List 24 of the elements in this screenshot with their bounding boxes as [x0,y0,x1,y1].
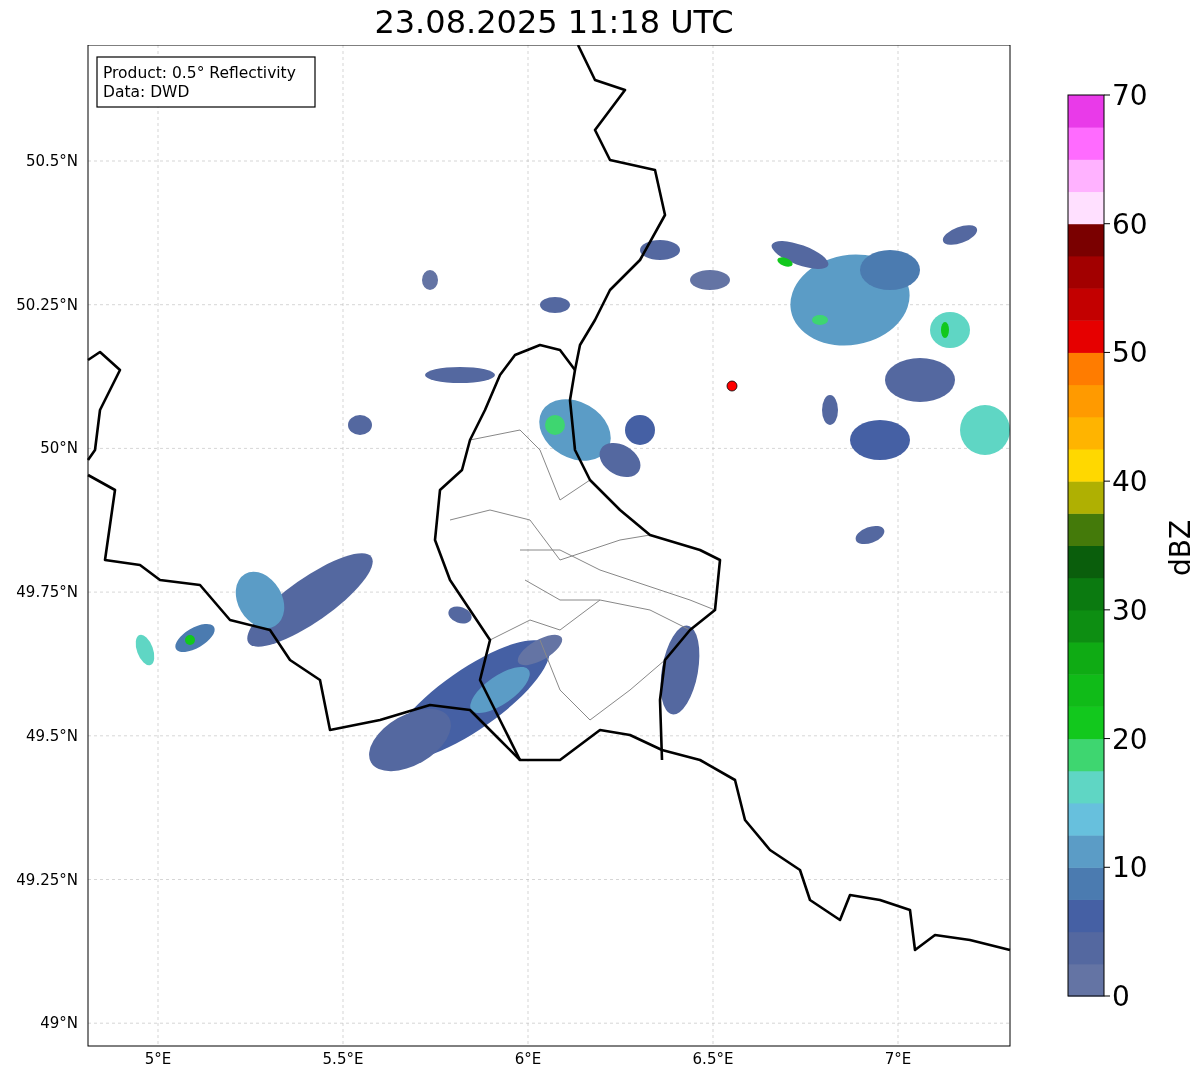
colorbar-tick-label: 20 [1112,722,1148,756]
axis-tick-label: 50°N [40,439,78,458]
chart-title: 23.08.2025 11:18 UTC [374,4,734,41]
colorbar-tick-label: 0 [1112,980,1130,1013]
legend-text: Data: DWD [103,83,190,101]
axis-tick-label: 50.5°N [25,152,78,170]
axis-tick-label: 7°E [884,1050,912,1068]
colorbar-tick-label: 10 [1112,851,1148,885]
colorbar-tick-label: 50 [1112,336,1148,370]
axis-tick-label: 49°N [40,1014,78,1033]
axis-tick-label: 50.25°N [16,295,78,314]
colorbar-tick-label: 70 [1112,79,1148,112]
axis-tick-label: 49.75°N [16,583,78,602]
axis-tick-label: 6°E [514,1050,542,1068]
colorbar-tick-label: 30 [1112,593,1148,627]
axis-tick-label: 49.5°N [25,726,78,745]
axis-tick-label: 6.5°E [692,1050,734,1068]
axis-tick-label: 49.25°N [16,870,78,889]
legend-text: Product: 0.5° Reflectivity [103,64,296,82]
colorbar-tick-label: 60 [1112,207,1148,241]
colorbar-label: dBZ [1164,519,1197,577]
axis-tick-label: 5°E [144,1050,172,1068]
colorbar-tick-label: 40 [1112,465,1148,499]
axis-tick-label: 5.5°E [322,1050,364,1068]
